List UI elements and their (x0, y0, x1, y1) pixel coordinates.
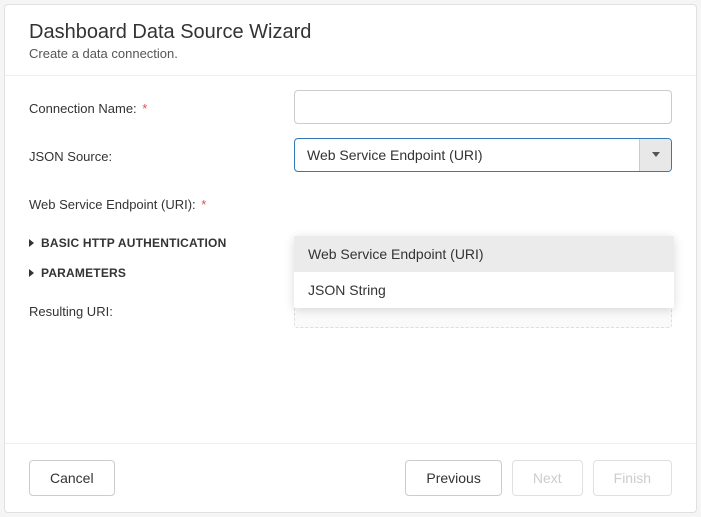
connection-name-row: Connection Name: * (29, 90, 672, 124)
chevron-right-icon (29, 239, 35, 247)
json-source-row: JSON Source: Web Service Endpoint (URI) (29, 138, 672, 172)
endpoint-row: Web Service Endpoint (URI): * (29, 186, 672, 220)
dialog-header: Dashboard Data Source Wizard Create a da… (5, 5, 696, 76)
label-text: Connection Name: (29, 101, 137, 116)
dialog-title: Dashboard Data Source Wizard (29, 21, 672, 44)
json-source-dropdown-button[interactable] (639, 139, 671, 171)
json-source-select[interactable]: Web Service Endpoint (URI) (294, 138, 672, 172)
finish-button: Finish (593, 460, 672, 496)
dialog-subtitle: Create a data connection. (29, 46, 672, 61)
chevron-right-icon (29, 269, 35, 277)
label-text: Web Service Endpoint (URI): (29, 197, 196, 212)
required-mark: * (142, 101, 147, 116)
json-source-dropdown: Web Service Endpoint (URI) JSON String (294, 236, 674, 308)
endpoint-label: Web Service Endpoint (URI): * (29, 195, 294, 212)
connection-name-field (294, 90, 672, 124)
dropdown-option-uri[interactable]: Web Service Endpoint (URI) (294, 236, 674, 272)
json-source-value: Web Service Endpoint (URI) (295, 139, 639, 171)
section-title: PARAMETERS (41, 266, 126, 280)
connection-name-label: Connection Name: * (29, 99, 294, 116)
json-source-field: Web Service Endpoint (URI) (294, 138, 672, 172)
resulting-uri-label: Resulting URI: (29, 302, 294, 319)
json-source-label: JSON Source: (29, 147, 294, 164)
connection-name-input[interactable] (294, 90, 672, 124)
dialog-footer: Cancel Previous Next Finish (5, 443, 696, 512)
next-button: Next (512, 460, 583, 496)
previous-button[interactable]: Previous (405, 460, 501, 496)
cancel-button[interactable]: Cancel (29, 460, 115, 496)
section-title: BASIC HTTP AUTHENTICATION (41, 236, 226, 250)
required-mark: * (201, 197, 206, 212)
wizard-dialog: Dashboard Data Source Wizard Create a da… (4, 4, 697, 513)
dialog-content: Connection Name: * JSON Source: Web Serv… (5, 76, 696, 443)
dropdown-option-json-string[interactable]: JSON String (294, 272, 674, 308)
caret-down-icon (652, 152, 660, 158)
